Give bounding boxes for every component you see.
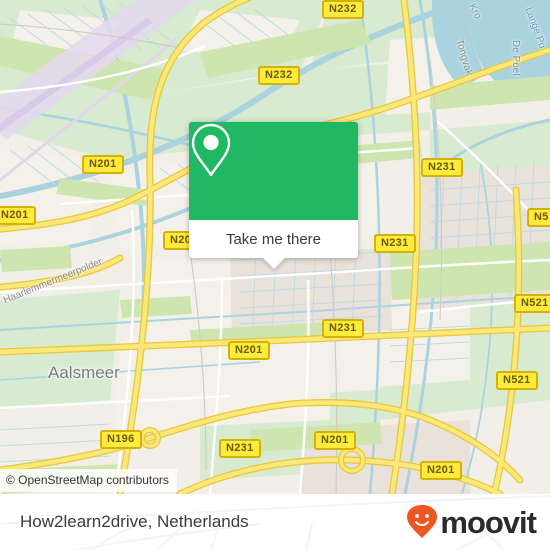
moovit-pin-logo-icon [407,505,438,538]
take-me-there-label: Take me there [225,230,322,248]
osm-attribution[interactable]: © OpenStreetMap contributors [0,469,177,492]
road-shield[interactable]: N5 [527,208,550,227]
road-shield[interactable]: N196 [100,430,142,449]
road-shield[interactable]: N201 [82,155,124,174]
road-shield[interactable]: N201 [228,341,270,360]
road-shield[interactable]: N201 [314,431,356,450]
take-me-there-button[interactable]: Take me there [189,220,358,269]
road-shield[interactable]: N232 [322,0,364,19]
location-title: How2learn2drive, Netherlands [20,512,249,531]
map-pin-icon [191,123,231,177]
road-shield[interactable]: N232 [258,66,300,85]
moovit-wordmark: moovit [440,504,537,540]
road-shield[interactable]: N231 [322,319,364,338]
moovit-map-screenshot: N232 N232 N201 N201 N231 N5 N201 N231 N5… [0,0,550,550]
popup-tail [262,258,285,269]
road-shield[interactable]: N231 [219,439,261,458]
popup-pin-area [189,122,358,220]
footer-bar: How2learn2drive, Netherlands moovit [0,494,550,550]
map-canvas[interactable]: N232 N232 N201 N201 N231 N5 N201 N231 N5… [0,0,550,494]
road-shield[interactable]: N201 [0,206,36,225]
road-shield[interactable]: N231 [374,234,416,253]
road-shield[interactable]: N521 [514,294,550,313]
destination-popup[interactable]: Take me there [189,122,358,269]
road-shield[interactable]: N231 [421,158,463,177]
place-label-aalsmeer: Aalsmeer [48,363,120,382]
water-label-de-poel: De Poel [510,40,521,76]
moovit-logo[interactable]: moovit [406,504,537,540]
road-shield[interactable]: N521 [496,371,538,390]
road-shield[interactable]: N201 [420,461,462,480]
